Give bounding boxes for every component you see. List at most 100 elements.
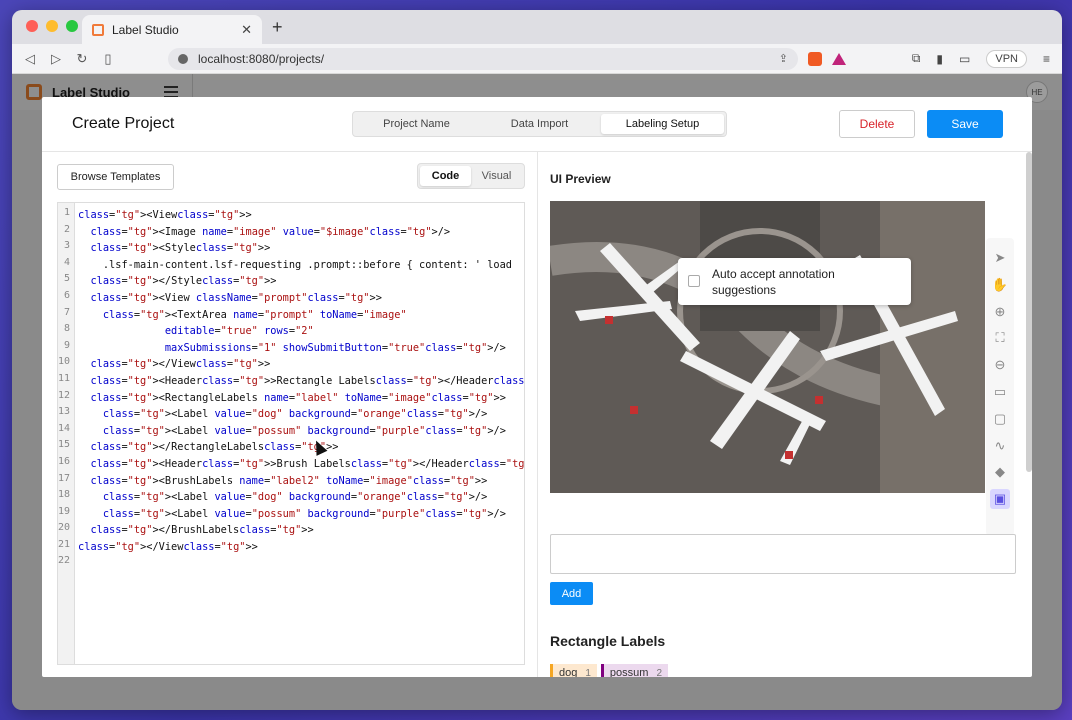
- brush-icon[interactable]: ∿: [990, 436, 1010, 456]
- tab-close-icon[interactable]: ✕: [241, 22, 252, 38]
- extensions-icon[interactable]: ⧉: [912, 51, 921, 66]
- line-number: 9: [64, 339, 71, 351]
- auto-accept-label: Auto accept annotation suggestions: [712, 267, 835, 297]
- label-value: possum: [609, 667, 649, 677]
- sidebar-icon[interactable]: ▮: [936, 52, 943, 66]
- url-text: localhost:8080/projects/: [198, 51, 325, 66]
- save-button[interactable]: Save: [927, 110, 1003, 138]
- tab-project-name[interactable]: Project Name: [355, 114, 478, 134]
- tab-visual[interactable]: Visual: [471, 166, 522, 186]
- back-icon[interactable]: ◁: [24, 51, 36, 67]
- zoom-in-icon[interactable]: ⊕: [990, 302, 1010, 322]
- code-editor[interactable]: 1 2 3 4 5 6 7 8 9 10 11 12 13 14 15 16 17 18 19 20 21 22 clas…: [57, 202, 525, 665]
- code-line[interactable]: class="tg"></RectangleLabelsclass="tg">>: [78, 439, 524, 456]
- label-hotkey: 1: [585, 667, 591, 678]
- tab-code[interactable]: Code: [420, 166, 471, 186]
- modal-header: Create Project Project Name Data Import …: [42, 97, 1032, 152]
- reload-icon[interactable]: ↻: [76, 51, 88, 67]
- code-line[interactable]: class="tg"><Headerclass="tg">>Rectangle …: [78, 373, 524, 390]
- line-number: 10: [58, 356, 71, 368]
- line-number: 22: [58, 555, 71, 567]
- label-chip-possum[interactable]: possum 2: [600, 664, 669, 678]
- code-line[interactable]: [78, 555, 524, 572]
- browser-right-icons: ⧉ ▮ ▭ VPN ≡: [912, 49, 1050, 68]
- prompt-textarea[interactable]: [550, 534, 1016, 574]
- label-hotkey: 2: [656, 667, 663, 678]
- rectangle-3point-icon[interactable]: ▢: [990, 409, 1010, 429]
- modal-body: Browse Templates Code Visual 1 2 3 4 5 6 7 8 9 10…: [42, 152, 1032, 677]
- fit-icon[interactable]: ⛶: [990, 328, 1010, 348]
- browser-tab[interactable]: Label Studio ✕: [82, 15, 262, 44]
- new-tab-button[interactable]: +: [272, 17, 283, 38]
- preview-scrollbar[interactable]: [1026, 152, 1032, 472]
- code-line[interactable]: class="tg"><Image name="image" value="$i…: [78, 224, 524, 241]
- close-window-button[interactable]: [26, 20, 38, 32]
- code-content[interactable]: class="tg"><Viewclass="tg">> class="tg">…: [75, 203, 524, 664]
- step-tabs: Project Name Data Import Labeling Setup: [352, 111, 727, 137]
- code-line[interactable]: class="tg"><Viewclass="tg">>: [78, 207, 524, 224]
- code-line[interactable]: class="tg"></Viewclass="tg">>: [78, 356, 524, 373]
- code-line[interactable]: class="tg"></Viewclass="tg">>: [78, 539, 524, 556]
- zoom-window-button[interactable]: [66, 20, 78, 32]
- rectangle-tool-active-icon[interactable]: ▣: [990, 489, 1010, 510]
- forward-icon[interactable]: ▷: [50, 51, 62, 67]
- bookmark-icon[interactable]: ▯: [102, 51, 114, 67]
- code-line[interactable]: class="tg"><Label value="possum" backgro…: [78, 423, 524, 440]
- auto-accept-checkbox[interactable]: [688, 275, 700, 287]
- address-bar: ◁ ▷ ↻ ▯ localhost:8080/projects/ ⇪ ⧉ ▮ ▭…: [12, 44, 1062, 74]
- modal-backdrop: [12, 677, 1062, 710]
- line-number: 14: [58, 422, 71, 434]
- brave-shield-icon[interactable]: [808, 51, 822, 66]
- preview-image[interactable]: Auto accept annotation suggestions: [550, 201, 985, 493]
- zoom-out-icon[interactable]: ⊖: [990, 355, 1010, 375]
- line-number: 17: [58, 472, 71, 484]
- browser-window: Label Studio ✕ + ◁ ▷ ↻ ▯ localhost:8080/…: [12, 10, 1062, 710]
- code-line[interactable]: class="tg"><Label value="possum" backgro…: [78, 506, 524, 523]
- label-chip-dog[interactable]: dog 1: [550, 664, 597, 677]
- site-info-icon[interactable]: [178, 53, 188, 64]
- line-number: 4: [64, 256, 71, 268]
- hand-icon[interactable]: ✋: [990, 275, 1010, 295]
- pointer-icon[interactable]: ➤: [990, 248, 1010, 268]
- ui-preview-pane: UI Preview Auto accept annotation sugges…: [538, 152, 1032, 677]
- line-number: 16: [58, 455, 71, 467]
- eraser-icon[interactable]: ◆: [990, 462, 1010, 482]
- url-field[interactable]: localhost:8080/projects/ ⇪: [168, 47, 798, 70]
- code-line[interactable]: editable="true" rows="2": [78, 323, 524, 340]
- code-line[interactable]: class="tg"><TextArea name="prompt" toNam…: [78, 307, 524, 324]
- code-line[interactable]: class="tg"><View className="prompt"class…: [78, 290, 524, 307]
- line-number: 8: [64, 323, 71, 335]
- rectangle-labels-list: dog 1 possum 2: [550, 664, 669, 678]
- browse-templates-button[interactable]: Browse Templates: [57, 164, 174, 190]
- code-line[interactable]: class="tg"><Label value="dog" background…: [78, 406, 524, 423]
- minimize-window-button[interactable]: [46, 20, 58, 32]
- code-line[interactable]: class="tg"><BrushLabels name="label2" to…: [78, 473, 524, 490]
- wallet-icon[interactable]: ▭: [959, 52, 970, 66]
- code-line[interactable]: class="tg"><Headerclass="tg">>Brush Labe…: [78, 456, 524, 473]
- code-line[interactable]: class="tg"><Label value="dog" background…: [78, 489, 524, 506]
- rectangle-icon[interactable]: ▭: [990, 382, 1010, 402]
- code-line[interactable]: class="tg"></BrushLabelsclass="tg">>: [78, 522, 524, 539]
- menu-icon[interactable]: ≡: [1043, 52, 1050, 66]
- preview-title: UI Preview: [550, 172, 611, 186]
- vpn-button[interactable]: VPN: [986, 49, 1027, 68]
- rectangle-labels-header: Rectangle Labels: [550, 633, 666, 649]
- line-number: 21: [58, 538, 71, 550]
- delete-button[interactable]: Delete: [839, 110, 915, 138]
- tab-data-import[interactable]: Data Import: [478, 114, 601, 134]
- share-icon[interactable]: ⇪: [779, 52, 788, 65]
- line-number: 2: [64, 223, 71, 235]
- code-line[interactable]: class="tg"><Styleclass="tg">>: [78, 240, 524, 257]
- code-line[interactable]: .lsf-main-content.lsf-requesting .prompt…: [78, 257, 524, 274]
- airport-aerial-image: [550, 201, 985, 493]
- code-line[interactable]: class="tg"><RectangleLabels name="label"…: [78, 390, 524, 407]
- code-line[interactable]: class="tg"></Styleclass="tg">>: [78, 273, 524, 290]
- line-number: 11: [58, 372, 71, 384]
- editor-mode-toggle: Code Visual: [417, 163, 525, 189]
- tab-labeling-setup[interactable]: Labeling Setup: [601, 114, 724, 134]
- brave-rewards-icon[interactable]: [832, 52, 846, 65]
- add-button[interactable]: Add: [550, 582, 593, 605]
- app-logo-icon: [26, 84, 42, 100]
- modal-title: Create Project: [72, 115, 175, 132]
- code-line[interactable]: maxSubmissions="1" showSubmitButton="tru…: [78, 340, 524, 357]
